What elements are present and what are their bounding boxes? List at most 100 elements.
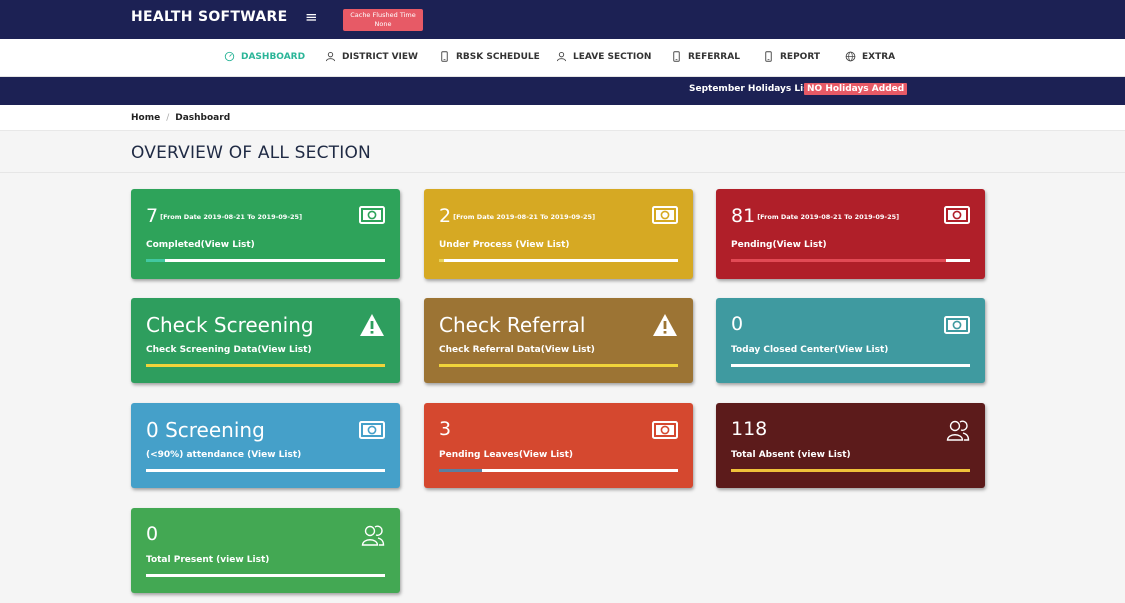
- main-nav: DASHBOARD DISTRICT VIEW RBSK SCHEDULE LE…: [0, 39, 1125, 77]
- card-count: 81: [731, 205, 756, 227]
- nav-leave-section-label: LEAVE SECTION: [573, 51, 652, 62]
- card-value: 81 [From Date 2019-08-21 To 2019-09-25]: [731, 205, 899, 227]
- breadcrumb-current: Dashboard: [175, 113, 231, 123]
- nav-district-view-label: DISTRICT VIEW: [342, 51, 418, 62]
- nav-dashboard-label: DASHBOARD: [241, 51, 306, 62]
- breadcrumb: Home / Dashboard: [131, 113, 230, 123]
- card-label[interactable]: Check Referral Data(View List): [439, 345, 595, 355]
- holidays-title: September Holidays List: [689, 84, 813, 94]
- card-progress-fill: [439, 469, 483, 472]
- card-label[interactable]: Pending Leaves(View List): [439, 450, 573, 460]
- warning-icon: [360, 314, 384, 336]
- card-progress-fill: [439, 364, 678, 367]
- card-progress-fill: [731, 259, 947, 262]
- card-progress-bar: [439, 469, 678, 472]
- breadcrumb-bar: Home / Dashboard: [0, 105, 1125, 131]
- nav-rbsk-schedule-label: RBSK SCHEDULE: [456, 51, 540, 62]
- card-progress-bar: [146, 259, 385, 262]
- card-progress-fill: [146, 259, 166, 262]
- announcement-bar: September Holidays List NO Holidays Adde…: [0, 77, 1125, 105]
- card-count: 7: [146, 205, 159, 227]
- card-check-screening[interactable]: Check Screening Check Screening Data(Vie…: [131, 298, 400, 383]
- globe-icon: [845, 51, 856, 62]
- title-divider: [0, 172, 1125, 173]
- card-progress-bar: [146, 364, 385, 367]
- card-completed[interactable]: 7 [From Date 2019-08-21 To 2019-09-25] Co…: [131, 189, 400, 279]
- money-icon: [944, 206, 970, 224]
- money-icon: [652, 421, 678, 439]
- money-icon: [652, 206, 678, 224]
- cache-flushed-badge: Cache Flushed Time None: [343, 9, 423, 31]
- card-progress-bar: [731, 259, 970, 262]
- card-pending[interactable]: 81 [From Date 2019-08-21 To 2019-09-25] P…: [716, 189, 985, 279]
- card-count: 2: [439, 205, 452, 227]
- nav-dashboard[interactable]: DASHBOARD: [224, 51, 305, 62]
- nav-rbsk-schedule[interactable]: RBSK SCHEDULE: [439, 51, 540, 62]
- breadcrumb-home[interactable]: Home: [131, 113, 160, 123]
- nav-report-label: REPORT: [780, 51, 820, 62]
- card-progress-bar: [146, 574, 385, 577]
- card-label[interactable]: Check Screening Data(View List): [146, 345, 312, 355]
- nav-report[interactable]: REPORT: [763, 51, 820, 62]
- card-label[interactable]: Pending(View List): [731, 240, 827, 250]
- card-count: 118: [731, 418, 768, 440]
- money-icon: [359, 206, 385, 224]
- cache-flushed-label: Cache Flushed Time: [350, 11, 416, 19]
- card-label[interactable]: Completed(View List): [146, 240, 255, 250]
- cache-flushed-value: None: [374, 20, 392, 28]
- card-count: 3: [439, 418, 452, 440]
- card-today-closed-center[interactable]: 0 Today Closed Center(View List): [716, 298, 985, 383]
- card-label[interactable]: Total Absent (view List): [731, 450, 851, 460]
- users-icon: [361, 525, 385, 546]
- card-value: 7 [From Date 2019-08-21 To 2019-09-25]: [146, 205, 302, 227]
- card-under-process[interactable]: 2 [From Date 2019-08-21 To 2019-09-25] Un…: [424, 189, 693, 279]
- warning-icon: [653, 314, 677, 336]
- card-date-range: [From Date 2019-08-21 To 2019-09-25]: [453, 212, 596, 221]
- card-pending-leaves[interactable]: 3 Pending Leaves(View List): [424, 403, 693, 488]
- nav-referral[interactable]: REFERRAL: [671, 51, 740, 62]
- card-title: 0 Screening: [146, 418, 265, 442]
- card-total-absent[interactable]: 118 Total Absent (view List): [716, 403, 985, 488]
- card-progress-fill: [731, 469, 970, 472]
- card-progress-bar: [439, 364, 678, 367]
- card-title: Check Referral: [439, 313, 586, 337]
- card-progress-fill: [439, 259, 444, 262]
- card-label[interactable]: (<90%) attendance (View List): [146, 450, 301, 460]
- nav-referral-label: REFERRAL: [688, 51, 740, 62]
- nav-district-view[interactable]: DISTRICT VIEW: [325, 51, 418, 62]
- page-title: OVERVIEW OF ALL SECTION: [131, 143, 371, 163]
- card-label[interactable]: Under Process (View List): [439, 240, 570, 250]
- card-label[interactable]: Today Closed Center(View List): [731, 345, 888, 355]
- top-bar: HEALTH SOFTWARE ≡ Cache Flushed Time Non…: [0, 0, 1125, 39]
- mobile-icon: [441, 51, 448, 62]
- dashboard-icon: [224, 51, 235, 62]
- card-count: 0: [146, 523, 159, 545]
- card-progress-fill: [146, 364, 385, 367]
- mobile-icon: [765, 51, 772, 62]
- card-label[interactable]: Total Present (view List): [146, 555, 269, 565]
- menu-toggle-icon[interactable]: ≡: [305, 8, 318, 26]
- money-icon: [944, 316, 970, 334]
- nav-extra-label: EXTRA: [862, 51, 896, 62]
- card-screening-attendance[interactable]: 0 Screening (<90%) attendance (View List…: [131, 403, 400, 488]
- card-check-referral[interactable]: Check Referral Check Referral Data(View …: [424, 298, 693, 383]
- card-title: Check Screening: [146, 313, 314, 337]
- nav-extra[interactable]: EXTRA: [845, 51, 895, 62]
- card-date-range: [From Date 2019-08-21 To 2019-09-25]: [757, 212, 900, 221]
- mobile-icon: [673, 51, 680, 62]
- card-total-present[interactable]: 0 Total Present (view List): [131, 508, 400, 593]
- card-progress-bar: [731, 469, 970, 472]
- brand-title[interactable]: HEALTH SOFTWARE: [131, 9, 287, 25]
- card-count: 0: [731, 313, 744, 335]
- holidays-badge: NO Holidays Added: [804, 83, 908, 95]
- card-progress-bar: [146, 469, 385, 472]
- card-date-range: [From Date 2019-08-21 To 2019-09-25]: [160, 212, 303, 221]
- breadcrumb-separator: /: [166, 113, 170, 123]
- user-icon: [556, 52, 567, 62]
- nav-leave-section[interactable]: LEAVE SECTION: [556, 51, 651, 62]
- card-value: 2 [From Date 2019-08-21 To 2019-09-25]: [439, 205, 595, 227]
- users-icon: [946, 420, 970, 441]
- money-icon: [359, 421, 385, 439]
- card-progress-bar: [731, 364, 970, 367]
- card-progress-bar: [439, 259, 678, 262]
